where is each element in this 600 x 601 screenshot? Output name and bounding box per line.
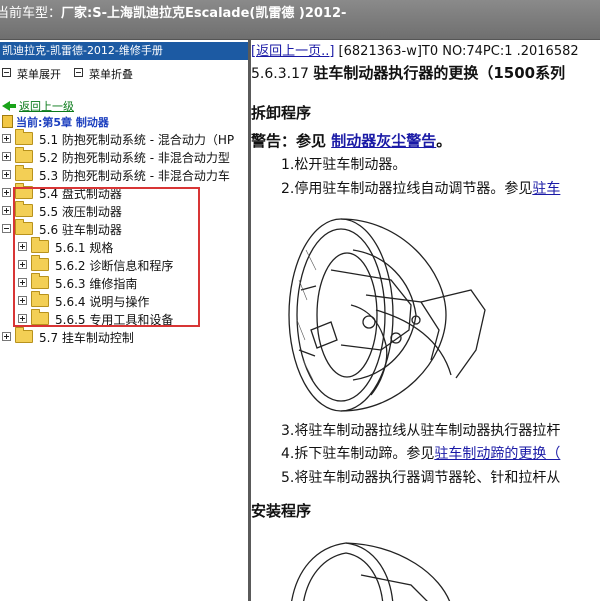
section-title: 驻车制动器执行器的更换（1500系列 [313,64,566,82]
install-heading: 安装程序 [251,502,312,520]
expand-menu-label: 菜单展开 [17,68,61,81]
vehicle-value: 厂家:S-上海凯迪拉克Escalade(凯雷德 )2012- [61,6,347,21]
tree-item-5-1[interactable]: 5.1 防抱死制动系统 - 混合动力（HP [2,129,235,149]
warning-line: 警告：参见 制动器灰尘警告。 [251,130,451,151]
back-up-level-link[interactable]: 返回上一级 [2,98,74,114]
vehicle-header: 当前车型：厂家:S-上海凯迪拉克Escalade(凯雷德 )2012- [0,0,600,40]
step-4-link[interactable]: 驻车制动蹄的更换（ [434,446,560,462]
expand-menu-button[interactable]: 菜单展开 [2,66,61,82]
tree-item-5-2[interactable]: 5.2 防抱死制动系统 - 非混合动力型 [2,147,230,167]
expand-toggle-icon[interactable] [2,134,11,143]
folder-icon [15,147,33,163]
content-nav: [返回上一页..] [6821363-w]T0 NO:74PC:1 .20165… [251,40,579,59]
warning-prefix: 警告：参见 [251,132,332,150]
tree-item-label: 5.7 挂车制动控制 [39,331,134,345]
step-2-link[interactable]: 驻车 [532,181,560,197]
doc-info: [6821363-w]T0 NO:74PC:1 .2016582 [334,44,579,59]
collapse-menu-button[interactable]: 菜单折叠 [74,66,133,82]
collapse-toggle-icon[interactable] [2,224,11,233]
expand-toggle-icon[interactable] [2,152,11,161]
highlight-box [13,187,200,327]
removal-heading: 拆卸程序 [251,104,312,122]
step-3: 3.将驻车制动器拉线从驻车制动器执行器拉杆 [281,423,561,439]
expand-toggle-icon[interactable] [2,332,11,341]
step-2: 2.停用驻车制动器拉线自动调节器。参见驻车 [281,178,560,198]
collapse-menu-label: 菜单折叠 [89,68,133,81]
section-number: 5.6.3.17 [251,66,314,82]
current-chapter: 当前:第5章 制动器 [2,114,109,130]
expand-toggle-icon[interactable] [2,170,11,179]
collapse-icon [74,68,83,77]
current-chapter-label: 当前:第5章 制动器 [16,116,109,129]
back-page-link[interactable]: [返回上一页..] [251,44,334,59]
install-illustration [291,542,451,601]
step-2-text: 2.停用驻车制动器拉线自动调节器。参见 [281,181,533,197]
back-up-level-label[interactable]: 返回上一级 [19,100,74,113]
page-title: 5.6.3.17 驻车制动器执行器的更换（1500系列 [251,62,565,83]
tree-item-label: 5.3 防抱死制动系统 - 非混合动力车 [39,169,230,183]
expand-toggle-icon[interactable] [2,206,11,215]
tree-item-5-3[interactable]: 5.3 防抱死制动系统 - 非混合动力车 [2,165,230,185]
folder-icon [15,165,33,181]
step-4: 4.拆下驻车制动蹄。参见驻车制动蹄的更换（ [281,443,560,463]
brake-dust-warning-link[interactable]: 制动器灰尘警告 [331,132,436,150]
folder-icon [15,129,33,145]
parking-brake-illustration [288,218,486,412]
expand-toggle-icon[interactable] [2,188,11,197]
expand-icon [2,68,11,77]
tree-item-label: 5.1 防抱死制动系统 - 混合动力（HP [39,133,235,147]
tree-item-5-7[interactable]: 5.7 挂车制动控制 [2,327,134,347]
content-pane: [返回上一页..] [6821363-w]T0 NO:74PC:1 .20165… [251,40,600,601]
vehicle-label: 当前车型： [0,6,62,21]
step-1: 1.松开驻车制动器。 [281,157,407,173]
document-icon [2,115,13,128]
sidebar: 凯迪拉克-凯雷德-2012-维修手册 菜单展开 菜单折叠 返回上一级 当前:第5… [0,40,248,601]
step-5: 5.将驻车制动器执行器调节器轮、针和拉杆从 [281,470,561,486]
sidebar-title: 凯迪拉克-凯雷德-2012-维修手册 [0,42,248,60]
folder-icon [15,327,33,343]
step-4-text: 4.拆下驻车制动蹄。参见 [281,446,435,462]
warning-suffix: 。 [436,132,452,150]
back-arrow-icon [2,101,16,111]
tree-item-label: 5.2 防抱死制动系统 - 非混合动力型 [39,151,230,165]
